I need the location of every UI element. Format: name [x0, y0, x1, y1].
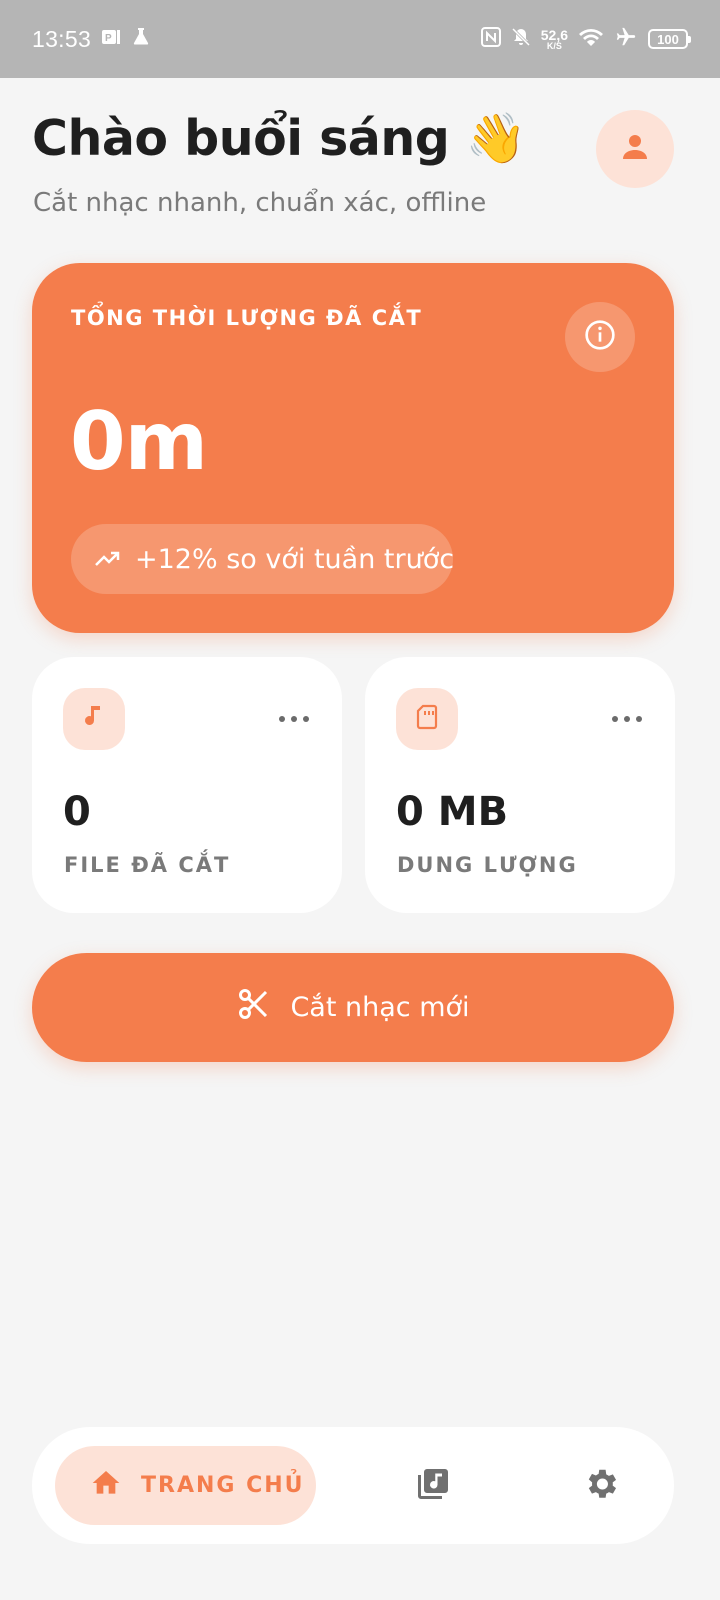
trend-badge: +12% so với tuần trước	[71, 524, 455, 594]
storage-label: DUNG LƯỢNG	[397, 853, 578, 877]
wifi-icon	[578, 27, 604, 52]
files-cut-label: FILE ĐÃ CẮT	[64, 853, 231, 877]
stat-icon-box	[396, 688, 458, 750]
storage-card[interactable]: 0 MB DUNG LƯỢNG	[365, 657, 675, 913]
trend-text: +12% so với tuần trước	[135, 543, 455, 575]
total-duration-card: TỔNG THỜI LƯỢNG ĐÃ CẮT 0m +12% so với tu…	[32, 263, 674, 633]
status-left: 13:53 P	[32, 26, 151, 53]
battery-level: 100	[657, 31, 679, 47]
sd-card-icon	[415, 703, 439, 735]
storage-value: 0 MB	[396, 789, 509, 835]
nfc-icon	[480, 26, 501, 52]
profile-button[interactable]	[596, 110, 674, 188]
net-speed: 52,6 K/S	[541, 28, 568, 51]
status-right: 52,6 K/S 100	[480, 26, 691, 53]
more-options-button[interactable]	[612, 709, 642, 729]
settings-icon	[582, 1465, 620, 1507]
home-icon	[89, 1467, 123, 1505]
files-cut-value: 0	[63, 789, 91, 835]
stat-icon-box	[63, 688, 125, 750]
total-duration-value: 0m	[70, 395, 208, 488]
flask-icon	[131, 26, 151, 52]
new-cut-label: Cắt nhạc mới	[290, 992, 470, 1023]
total-duration-label: TỔNG THỜI LƯỢNG ĐÃ CẮT	[71, 306, 423, 330]
nav-item-settings[interactable]	[581, 1466, 621, 1506]
files-cut-card[interactable]: 0 FILE ĐÃ CẮT	[32, 657, 342, 913]
nav-item-library[interactable]	[413, 1466, 453, 1506]
svg-text:P: P	[105, 33, 112, 44]
p-badge-icon: P	[101, 26, 121, 52]
bell-off-icon	[511, 27, 531, 52]
nav-home-label: TRANG CHỦ	[141, 1473, 305, 1498]
page-subtitle: Cắt nhạc nhanh, chuẩn xác, offline	[33, 188, 487, 218]
battery-icon: 100	[648, 29, 691, 49]
more-options-button[interactable]	[279, 709, 309, 729]
status-time: 13:53	[32, 25, 92, 52]
person-icon	[617, 129, 653, 169]
music-note-icon	[82, 703, 106, 735]
status-bar: 13:53 P 52,6 K/S 100	[0, 0, 720, 78]
net-speed-value: 52,6	[540, 26, 568, 43]
bottom-navigation: TRANG CHỦ	[32, 1427, 674, 1544]
net-speed-unit: K/S	[546, 40, 562, 51]
nav-item-home[interactable]: TRANG CHỦ	[55, 1446, 316, 1525]
page-title: Chào buổi sáng 👋	[32, 110, 527, 167]
info-button[interactable]	[565, 302, 635, 372]
info-icon	[584, 319, 616, 355]
scissors-icon	[236, 986, 272, 1029]
library-music-icon	[415, 1466, 451, 1506]
airplane-icon	[614, 26, 638, 53]
trending-up-icon	[95, 544, 121, 575]
new-cut-button[interactable]: Cắt nhạc mới	[32, 953, 674, 1062]
